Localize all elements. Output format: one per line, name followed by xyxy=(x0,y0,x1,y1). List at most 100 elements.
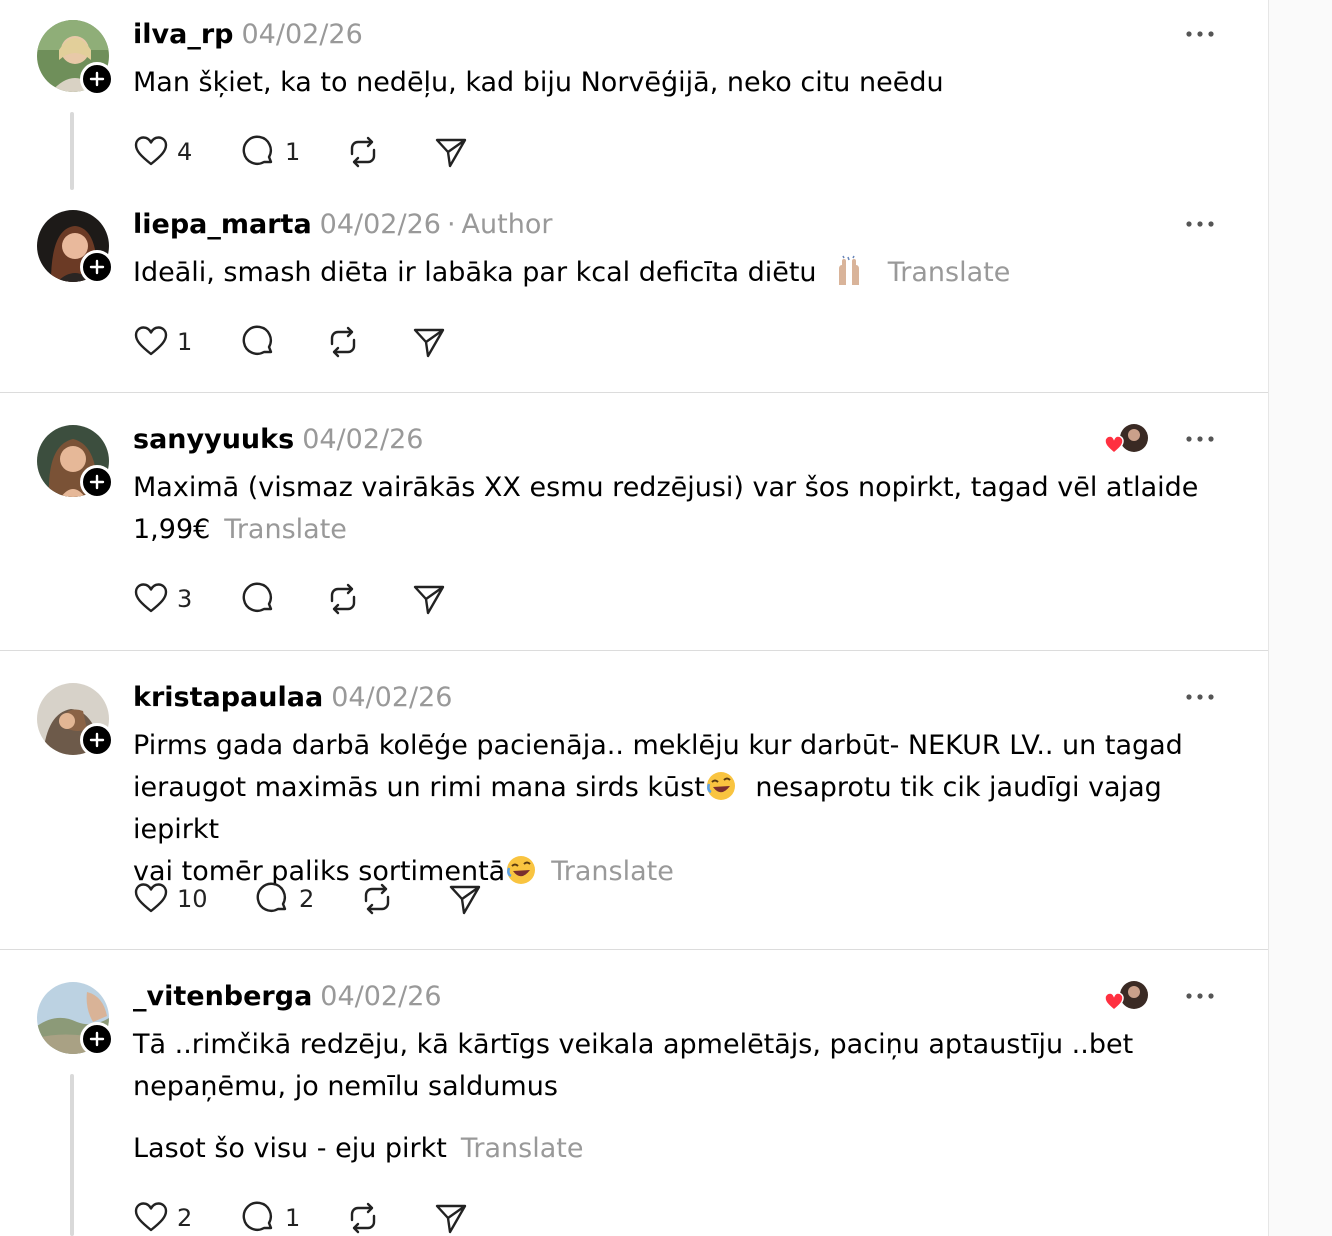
plus-icon xyxy=(89,1031,105,1047)
like-count: 1 xyxy=(177,328,193,356)
repost-button[interactable] xyxy=(359,879,395,919)
username[interactable]: kristapaulaa xyxy=(133,682,323,713)
action-bar: 2 1 xyxy=(133,1198,493,1236)
like-count: 4 xyxy=(177,138,193,166)
more-icon xyxy=(1186,993,1214,999)
heart-icon xyxy=(134,136,168,166)
plus-icon xyxy=(89,732,105,748)
rolling-laughing-icon xyxy=(505,854,537,886)
username[interactable]: liepa_marta xyxy=(133,209,312,240)
username[interactable]: sanyyuuks xyxy=(133,424,294,455)
post-date[interactable]: 04/02/26 xyxy=(320,981,441,1012)
reply-button[interactable]: 1 xyxy=(241,1198,300,1236)
repost-icon xyxy=(330,326,356,358)
translate-link[interactable]: Translate xyxy=(888,257,1011,288)
like-button[interactable]: 2 xyxy=(133,1198,192,1236)
post-text-line: 1,99€ xyxy=(133,514,211,545)
share-button[interactable] xyxy=(447,879,483,919)
right-gutter xyxy=(1269,0,1332,1236)
share-button[interactable] xyxy=(411,322,447,362)
more-icon xyxy=(1186,436,1214,442)
author-label: Author xyxy=(461,209,553,240)
threads-feed: ilva_rp 04/02/26 Man šķiet, ka to nedēļu,… xyxy=(0,0,1268,1236)
more-options-button[interactable] xyxy=(1178,424,1222,454)
follow-plus-button[interactable] xyxy=(80,250,114,284)
action-bar: 3 xyxy=(133,579,473,619)
repost-icon xyxy=(350,1202,376,1234)
post-vitenberga: _vitenberga 04/02/26 Tā ..rimčikā redzēju… xyxy=(0,950,1268,1236)
repost-button[interactable] xyxy=(345,1198,381,1236)
post-date[interactable]: 04/02/26 xyxy=(331,682,452,713)
reply-button[interactable] xyxy=(241,322,277,362)
reply-count: 1 xyxy=(285,138,301,166)
post-text-content: Man šķiet, ka to nedēļu, kad biju Norvēģ… xyxy=(133,67,944,98)
like-button[interactable]: 10 xyxy=(133,879,208,919)
follow-plus-button[interactable] xyxy=(80,723,114,757)
post-text: Ideāli, smash diēta ir labāka par kcal d… xyxy=(133,252,1233,294)
share-button[interactable] xyxy=(433,1198,469,1236)
username[interactable]: _vitenberga xyxy=(133,981,312,1012)
translate-link[interactable]: Translate xyxy=(224,514,347,545)
post-text: Maximā (vismaz vairākās XX esmu redzējus… xyxy=(133,467,1233,551)
share-icon xyxy=(413,585,445,615)
follow-plus-button[interactable] xyxy=(80,62,114,96)
heart-icon xyxy=(134,326,168,356)
post-text-line: ieraugot maximās un rimi mana sirds kūst xyxy=(133,772,705,803)
reply-icon xyxy=(242,1201,273,1231)
separator-dot: · xyxy=(446,209,456,240)
reply-button[interactable]: 1 xyxy=(241,132,300,172)
share-button[interactable] xyxy=(411,579,447,619)
heart-icon xyxy=(134,583,168,613)
post-header: _vitenberga 04/02/26 xyxy=(133,980,442,1014)
repost-button[interactable] xyxy=(325,322,361,362)
reply-icon xyxy=(242,325,273,355)
heart-filled-icon xyxy=(1104,435,1124,454)
reply-button[interactable]: 2 xyxy=(255,879,314,919)
translate-link[interactable]: Translate xyxy=(461,1133,584,1164)
like-button[interactable]: 4 xyxy=(133,132,192,172)
action-bar: 4 1 xyxy=(133,132,493,172)
liked-by-author-indicator xyxy=(1104,980,1152,1014)
share-icon xyxy=(413,328,445,358)
like-button[interactable]: 3 xyxy=(133,579,192,619)
post-date[interactable]: 04/02/26 xyxy=(320,209,441,240)
action-bar: 1 xyxy=(133,322,473,362)
reply-count: 1 xyxy=(285,1204,301,1232)
follow-plus-button[interactable] xyxy=(80,465,114,499)
heart-filled-icon xyxy=(1104,992,1124,1011)
translate-link[interactable]: Translate xyxy=(551,856,674,887)
post-header: ilva_rp 04/02/26 xyxy=(133,18,363,52)
post-ilva-rp: ilva_rp 04/02/26 Man šķiet, ka to nedēļu,… xyxy=(0,0,1268,200)
like-count: 10 xyxy=(177,885,208,913)
more-options-button[interactable] xyxy=(1178,19,1222,49)
repost-icon xyxy=(350,136,376,168)
repost-button[interactable] xyxy=(325,579,361,619)
reply-icon xyxy=(242,582,273,612)
repost-icon xyxy=(364,883,390,915)
more-options-button[interactable] xyxy=(1178,981,1222,1011)
more-icon xyxy=(1186,31,1214,37)
reply-button[interactable] xyxy=(241,579,277,619)
more-options-button[interactable] xyxy=(1178,209,1222,239)
post-date[interactable]: 04/02/26 xyxy=(302,424,423,455)
share-button[interactable] xyxy=(433,132,469,172)
plus-icon xyxy=(89,474,105,490)
post-text-line: Tā ..rimčikā redzēju, kā kārtīgs veikala… xyxy=(133,1029,1134,1060)
reply-count: 2 xyxy=(299,885,315,913)
share-icon xyxy=(449,885,481,915)
action-bar: 10 2 xyxy=(133,879,503,919)
post-text-line: nepaņēmu, jo nemīlu saldumus xyxy=(133,1071,558,1102)
post-text: Tā ..rimčikā redzēju, kā kārtīgs veikala… xyxy=(133,1024,1233,1170)
username[interactable]: ilva_rp xyxy=(133,19,233,50)
post-liepa-marta: liepa_marta 04/02/26 · Author Ideāli, smash… xyxy=(0,200,1268,392)
post-header: sanyyuuks 04/02/26 xyxy=(133,423,423,457)
repost-button[interactable] xyxy=(345,132,381,172)
repost-icon xyxy=(330,583,356,615)
post-header: kristapaulaa 04/02/26 xyxy=(133,681,452,715)
post-text: Pirms gada darbā kolēģe pacienāja.. mekl… xyxy=(133,725,1233,893)
post-header: liepa_marta 04/02/26 · Author xyxy=(133,208,552,242)
more-options-button[interactable] xyxy=(1178,682,1222,712)
follow-plus-button[interactable] xyxy=(80,1022,114,1056)
post-date[interactable]: 04/02/26 xyxy=(241,19,362,50)
like-button[interactable]: 1 xyxy=(133,322,192,362)
